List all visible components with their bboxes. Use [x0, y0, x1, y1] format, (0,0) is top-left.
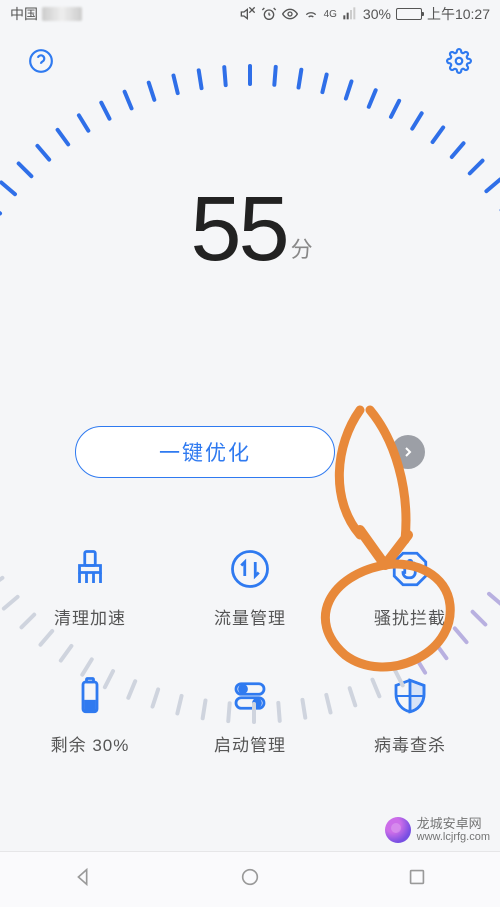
cell-harass-block[interactable]: 骚扰拦截 [330, 548, 490, 629]
cell-label: 骚扰拦截 [374, 604, 446, 629]
block-hand-icon [389, 548, 431, 590]
android-nav-bar [0, 851, 500, 907]
score-dial[interactable]: 55 分 [85, 64, 415, 394]
watermark-sub: www.lcjrfg.com [417, 831, 490, 843]
carrier-label: 中国 [10, 4, 38, 24]
optimize-button[interactable]: 一键优化 [75, 426, 335, 478]
cell-label: 清理加速 [54, 604, 126, 629]
cell-label: 流量管理 [214, 604, 286, 629]
square-recents-icon [406, 866, 428, 888]
optimize-label: 一键优化 [159, 437, 251, 467]
chevron-right-icon [400, 444, 416, 460]
cell-traffic-manage[interactable]: 流量管理 [170, 548, 330, 629]
network-label: 4G [324, 9, 337, 20]
triangle-back-icon [72, 866, 94, 888]
data-transfer-icon [229, 548, 271, 590]
feature-grid: 清理加速 流量管理 骚扰拦截 剩余 30% 启动管理 病毒查杀 [0, 548, 500, 756]
recents-button[interactable] [406, 866, 428, 893]
status-right: 4G 30% 上午10:27 [240, 4, 490, 24]
battery-pct: 30% [363, 6, 391, 22]
cell-label: 病毒查杀 [374, 731, 446, 756]
watermark-logo-icon [385, 817, 411, 843]
battery-icon [396, 8, 422, 20]
watermark: 龙城安卓网 www.lcjrfg.com [385, 817, 490, 843]
score-unit: 分 [291, 239, 310, 261]
alarm-icon [261, 6, 277, 22]
cell-battery-remaining[interactable]: 剩余 30% [10, 675, 170, 756]
status-bar: 中国 4G 30% 上午10:27 [0, 0, 500, 28]
score-value: 55 [190, 183, 286, 275]
cell-label: 启动管理 [214, 731, 286, 756]
cell-label: 剩余 30% [51, 731, 130, 756]
home-button[interactable] [239, 866, 261, 893]
cell-virus-scan[interactable]: 病毒查杀 [330, 675, 490, 756]
more-button[interactable] [391, 435, 425, 469]
eye-icon [282, 6, 298, 22]
wifi-icon [303, 6, 319, 22]
watermark-title: 龙城安卓网 [417, 817, 490, 831]
back-button[interactable] [72, 866, 94, 893]
signal-icon [342, 6, 358, 22]
circle-home-icon [239, 866, 261, 888]
mute-icon [240, 6, 256, 22]
shield-icon [389, 675, 431, 717]
carrier-redacted [42, 7, 82, 21]
settings-button[interactable] [446, 48, 472, 74]
status-time: 上午10:27 [427, 4, 490, 24]
toggles-icon [229, 675, 271, 717]
help-button[interactable] [28, 48, 54, 74]
brush-icon [69, 548, 111, 590]
